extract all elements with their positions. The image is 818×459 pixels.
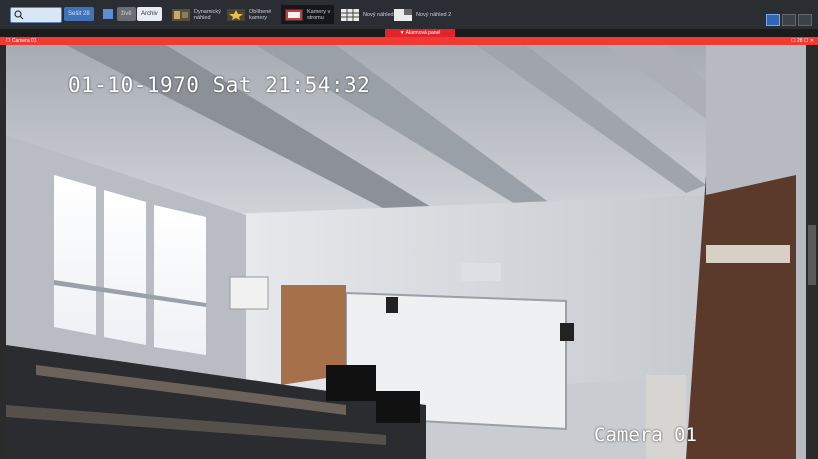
layout-single-button[interactable] <box>798 14 812 26</box>
favorite-cameras-item[interactable]: Oblíbené kamery <box>227 5 271 24</box>
search-icon <box>14 10 24 20</box>
dynamic-view-item[interactable]: Dynamický náhled <box>172 5 221 24</box>
view-thumbnail-icon <box>172 8 190 21</box>
layout-switcher <box>766 14 812 26</box>
single-view-icon <box>394 8 412 21</box>
video-timestamp: 01-10-1970 Sat 21:54:32 <box>68 73 371 97</box>
new-view-2-item[interactable]: Nový náhled 2 <box>394 5 451 24</box>
camera-video-feed[interactable]: 01-10-1970 Sat 21:54:32 Camera 01 <box>6 45 806 459</box>
scrollbar-thumb[interactable] <box>808 225 816 285</box>
camera-title-bar: ☐ Camera 01 ☐ 28 ☐ ✕ <box>0 37 818 45</box>
camera-title-controls[interactable]: ☐ 28 ☐ ✕ <box>791 37 814 45</box>
new-view-1-item[interactable]: Nový náhled 1 <box>341 5 398 24</box>
camera-title: ☐ Camera 01 <box>6 38 37 44</box>
star-thumbnail-icon <box>227 8 245 21</box>
search-input[interactable] <box>10 7 62 23</box>
grid-view-icon <box>341 8 359 21</box>
archive-button[interactable]: Archiv <box>137 7 162 21</box>
video-camera-label: Camera 01 <box>594 424 697 446</box>
tree-cameras-item[interactable]: Kamery v stromu <box>281 5 335 24</box>
grid-icon[interactable] <box>101 7 115 21</box>
right-scrollbar[interactable] <box>806 45 818 459</box>
camera-tree-thumbnail-icon <box>285 8 303 21</box>
alarm-panel-tab[interactable]: ▼ Alarmová panel <box>385 29 455 37</box>
sheet-button[interactable]: Sešit 28 <box>64 7 94 21</box>
layout-grid-button[interactable] <box>766 14 780 26</box>
top-toolbar: Sešit 28 živě Archiv Dynamický náhled Obl… <box>0 0 818 30</box>
live-button[interactable]: živě <box>117 7 136 21</box>
layout-split-button[interactable] <box>782 14 796 26</box>
classroom-scene-image <box>6 45 806 459</box>
